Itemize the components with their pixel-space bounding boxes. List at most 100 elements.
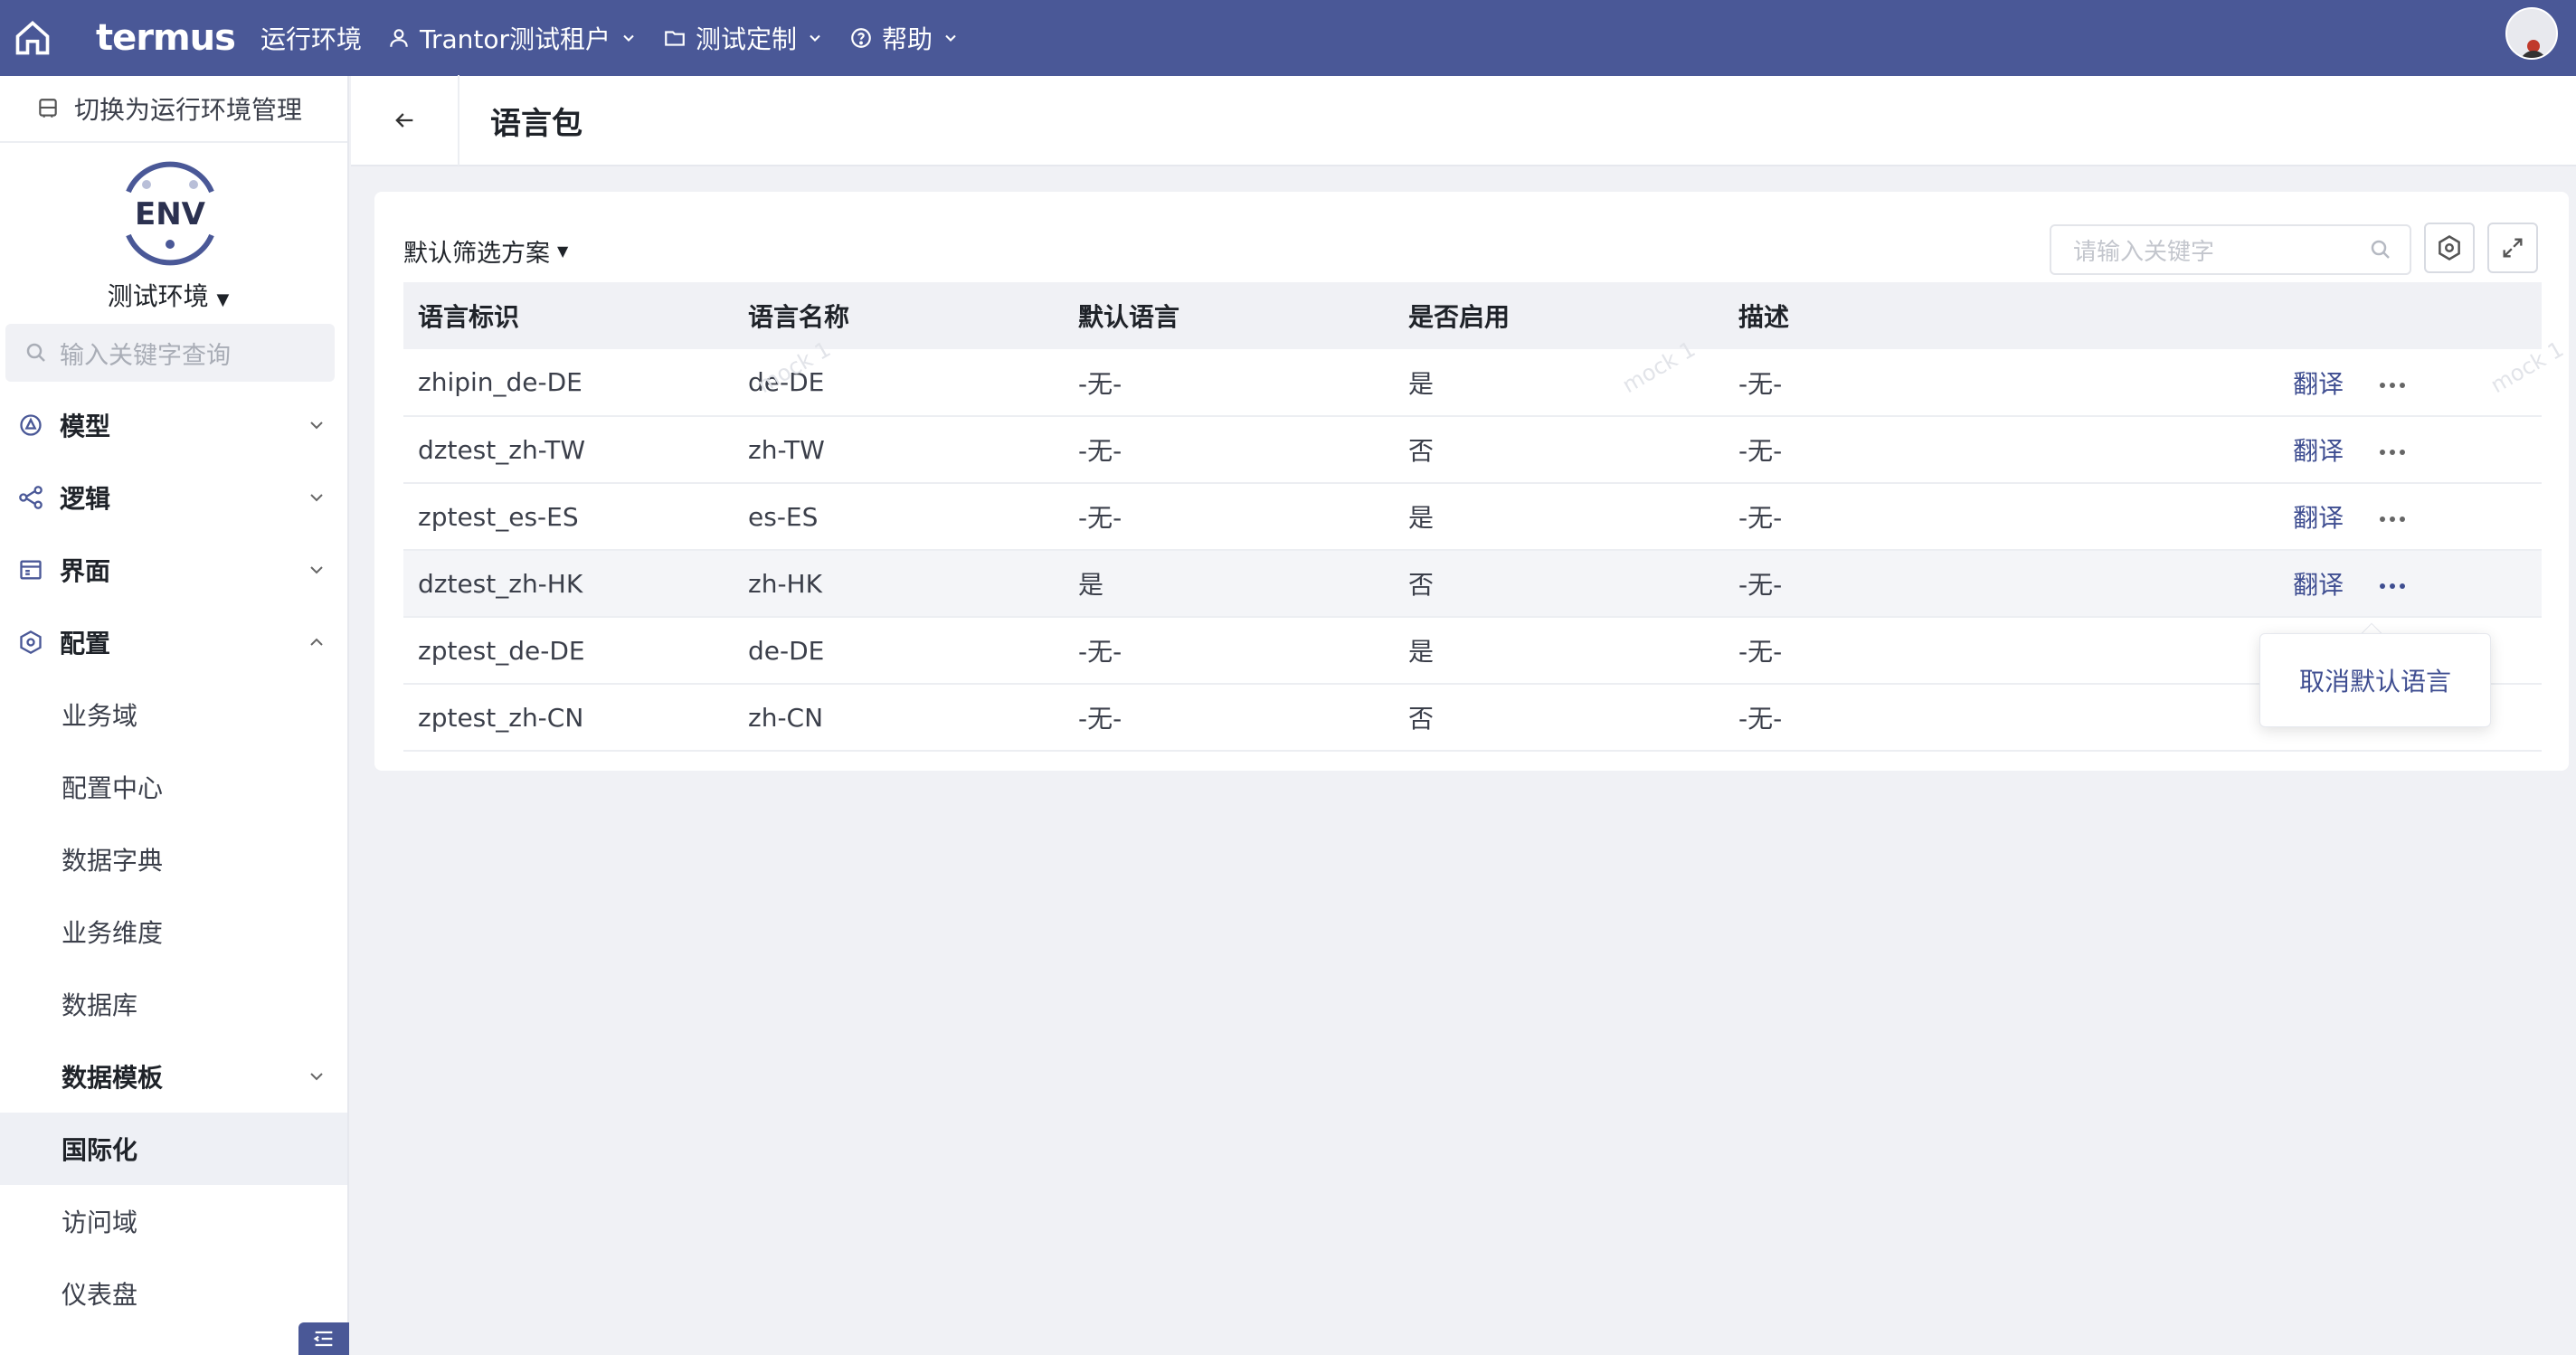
more-icon[interactable] — [2379, 516, 2406, 523]
tenant-label: Trantor测试租户 — [419, 24, 611, 54]
menu-group-label: 配置 — [60, 629, 111, 659]
runtime-env-label: 运行环境 — [260, 24, 362, 54]
arrow-left-icon — [395, 113, 413, 128]
menu-item-label: 配置中心 — [62, 773, 164, 803]
menu-item-i18n[interactable]: 国际化 — [0, 1113, 347, 1185]
collapse-sidebar-button[interactable] — [298, 1322, 349, 1355]
chevron-down-icon — [810, 34, 820, 42]
chevron-down-icon — [945, 34, 956, 42]
column-header[interactable]: 语言名称 — [734, 282, 1064, 349]
menu-item-config-center[interactable]: 配置中心 — [0, 751, 347, 823]
user-icon — [390, 29, 408, 47]
cell-lang-name: zh-CN — [734, 684, 1064, 752]
menu-item-label: 数据模板 — [62, 1063, 164, 1093]
filter-scheme-label: 默认筛选方案 — [403, 240, 550, 268]
cell-default: -无- — [1064, 483, 1394, 551]
table-row[interactable]: zptest_de-DE de-DE -无- 是 -无- — [403, 617, 2542, 685]
translate-link[interactable]: 翻译 — [2293, 503, 2344, 533]
table-row[interactable]: dztest_zh-HK zh-HK 是 否 -无- 翻译 — [403, 550, 2542, 618]
menu-item-database[interactable]: 数据库 — [0, 968, 347, 1040]
config-icon — [20, 630, 42, 655]
filter-scheme-dropdown[interactable]: 默认筛选方案 ▼ — [403, 233, 568, 269]
sidebar-search-placeholder: 输入关键字查询 — [60, 341, 231, 370]
more-icon[interactable] — [2379, 449, 2406, 456]
env-selector[interactable]: 测试环境 ▼ — [0, 277, 336, 313]
column-header[interactable]: 语言标识 — [403, 282, 734, 349]
folder-icon — [665, 31, 685, 46]
cell-description: -无- — [1724, 349, 1887, 417]
fullscreen-button[interactable] — [2487, 223, 2538, 273]
menu-group-config[interactable]: 配置 — [0, 606, 347, 678]
cell-enabled: 否 — [1394, 416, 1724, 484]
menu-item-access-domain[interactable]: 访问域 — [0, 1185, 347, 1257]
table-row[interactable]: zptest_es-ES es-ES -无- 是 -无- 翻译 — [403, 483, 2542, 551]
tenant-dropdown[interactable]: Trantor测试租户 — [387, 0, 638, 76]
cell-default: -无- — [1064, 617, 1394, 685]
cell-enabled: 是 — [1394, 483, 1724, 551]
menu-group-ui[interactable]: 界面 — [0, 534, 347, 606]
table-settings-button[interactable] — [2424, 223, 2475, 273]
home-button[interactable] — [0, 0, 65, 76]
cell-enabled: 是 — [1394, 617, 1724, 685]
translate-link[interactable]: 翻译 — [2293, 570, 2344, 600]
menu-item-data-dictionary[interactable]: 数据字典 — [0, 823, 347, 895]
env-logo: ENV — [119, 156, 221, 271]
cell-lang-name: zh-TW — [734, 416, 1064, 484]
env-name: 测试环境 — [107, 281, 209, 311]
menu-group-label: 界面 — [60, 556, 111, 586]
page-title: 语言包 — [490, 105, 582, 142]
cell-lang-name: zh-HK — [734, 550, 1064, 618]
translate-link[interactable]: 翻译 — [2293, 436, 2344, 466]
menu-item-business-dimension[interactable]: 业务维度 — [0, 895, 347, 968]
cell-default: 是 — [1064, 550, 1394, 618]
cell-lang-id: zhipin_de-DE — [403, 349, 734, 417]
menu-item-data-template[interactable]: 数据模板 — [0, 1040, 347, 1113]
column-header[interactable]: 描述 — [1724, 282, 1887, 349]
caret-down-icon: ▼ — [557, 242, 569, 260]
menu-group-logic[interactable]: 逻辑 — [0, 461, 347, 534]
column-header[interactable]: 默认语言 — [1064, 282, 1394, 349]
column-header[interactable]: 是否启用 — [1394, 282, 1724, 349]
row-actions: 翻译 — [1886, 550, 2542, 618]
help-icon — [851, 28, 871, 48]
keyword-search-input[interactable]: 请输入关键字 — [2050, 224, 2411, 275]
cell-default: -无- — [1064, 349, 1394, 417]
back-button[interactable] — [351, 75, 459, 166]
table-row[interactable]: zptest_zh-CN zh-CN -无- 否 -无- — [403, 684, 2542, 752]
language-pack-card: 默认筛选方案 ▼ 请输入关键字 语言标识 语言名称 默认语言 是否启用 描述 z… — [374, 192, 2569, 771]
table-row[interactable]: zhipin_de-DE de-DE -无- 是 -无- 翻译 — [403, 349, 2542, 417]
cell-description: -无- — [1724, 483, 1887, 551]
sidebar-search-input[interactable]: 输入关键字查询 — [5, 324, 335, 382]
user-avatar[interactable] — [2505, 7, 2558, 60]
table-row[interactable]: dztest_zh-TW zh-TW -无- 否 -无- 翻译 — [403, 416, 2542, 484]
menu-group-model[interactable]: 模型 — [0, 389, 347, 461]
more-icon[interactable] — [2379, 382, 2406, 389]
cell-lang-name: es-ES — [734, 483, 1064, 551]
runtime-env-link[interactable]: 运行环境 — [260, 0, 362, 76]
help-dropdown[interactable]: 帮助 — [849, 0, 960, 76]
custom-dropdown[interactable]: 测试定制 — [663, 0, 824, 76]
cell-description: -无- — [1724, 684, 1887, 752]
cancel-default-language-option[interactable]: 取消默认语言 — [2299, 662, 2451, 698]
search-icon — [26, 343, 45, 362]
language-table: 语言标识 语言名称 默认语言 是否启用 描述 zhipin_de-DE de-D… — [403, 282, 2542, 752]
menu-item-business-domain[interactable]: 业务域 — [0, 678, 347, 751]
menu-item-dashboard[interactable]: 仪表盘 — [0, 1257, 347, 1330]
custom-label: 测试定制 — [696, 24, 798, 54]
search-icon — [2371, 240, 2390, 259]
brand-logo[interactable]: termus — [96, 17, 236, 59]
cell-default: -无- — [1064, 684, 1394, 752]
row-actions: 翻译 — [1886, 483, 2542, 551]
chevron-down-icon — [623, 34, 634, 42]
menu-item-label: 数据库 — [62, 990, 138, 1020]
switch-icon — [39, 99, 57, 118]
switch-env-button[interactable]: 切换为运行环境管理 — [0, 76, 347, 143]
menu-item-label: 仪表盘 — [62, 1280, 138, 1310]
menu-item-label: 业务域 — [62, 701, 138, 731]
expand-icon — [2503, 238, 2523, 258]
translate-link[interactable]: 翻译 — [2293, 369, 2344, 399]
page-header: 语言包 — [351, 75, 2576, 166]
model-icon — [20, 414, 42, 436]
caret-down-icon: ▼ — [216, 290, 230, 309]
more-icon[interactable] — [2379, 583, 2406, 590]
